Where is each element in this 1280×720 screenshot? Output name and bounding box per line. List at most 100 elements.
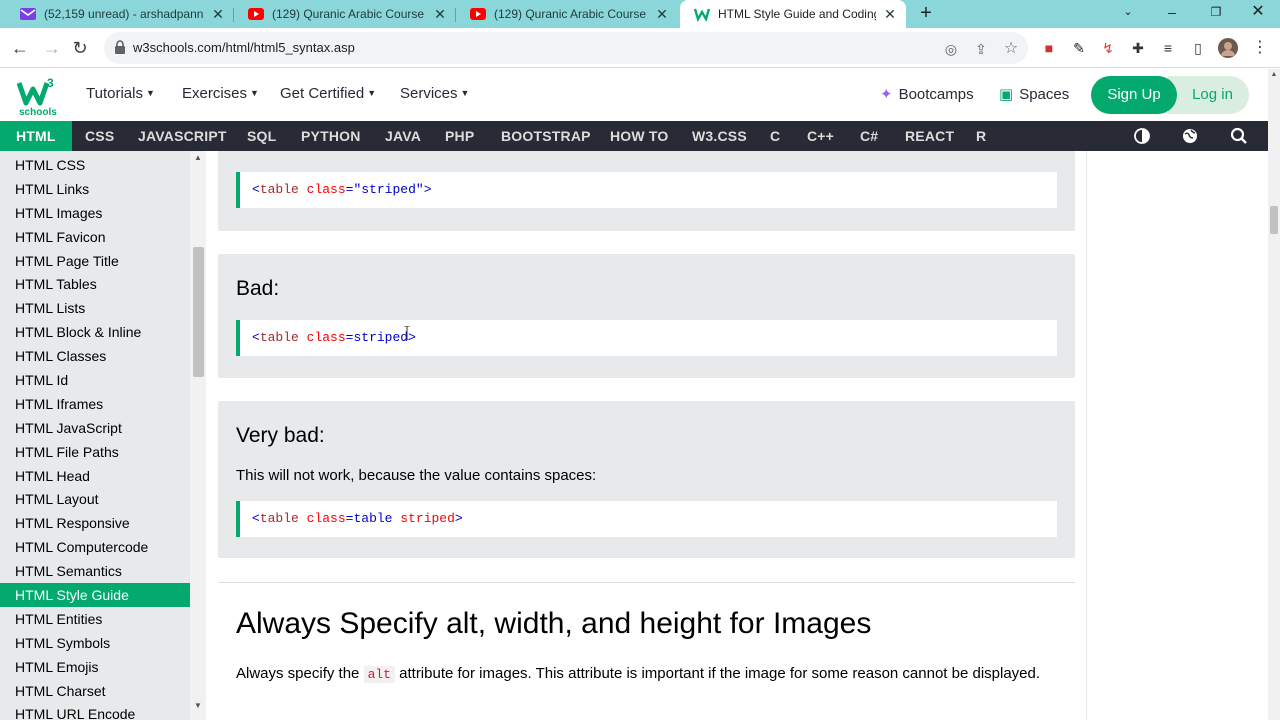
browser-tab-youtube-1[interactable]: (129) Quranic Arabic Course |BY I ✕ bbox=[234, 0, 456, 28]
sidebar-item[interactable]: HTML Id bbox=[0, 368, 190, 392]
browser-tab-youtube-2[interactable]: (129) Quranic Arabic Course |BY I ✕ bbox=[456, 0, 678, 28]
subnav-python[interactable]: PYTHON bbox=[301, 121, 361, 151]
subnav-java[interactable]: JAVA bbox=[385, 121, 421, 151]
youtube-icon bbox=[470, 6, 486, 22]
subnav-csharp[interactable]: C# bbox=[860, 121, 878, 151]
w3schools-logo[interactable]: 3 schools bbox=[16, 75, 57, 118]
subnav-how-to[interactable]: HOW TO bbox=[610, 121, 669, 151]
restore-button[interactable]: ❐ bbox=[1194, 0, 1238, 28]
menu-services[interactable]: Services ▼ bbox=[400, 85, 469, 102]
sidebar-item[interactable]: HTML Style Guide bbox=[0, 583, 190, 607]
sidebar-item[interactable]: HTML Tables bbox=[0, 272, 190, 296]
search-icon[interactable] bbox=[1229, 126, 1249, 146]
close-tab-icon[interactable]: ✕ bbox=[432, 6, 448, 23]
sidebar-item[interactable]: HTML JavaScript bbox=[0, 416, 190, 440]
subnav-css[interactable]: CSS bbox=[85, 121, 114, 151]
extension-red-icon[interactable]: ■ bbox=[1039, 38, 1059, 58]
code-example: <table class=table striped> bbox=[236, 501, 1057, 537]
sidebar-item[interactable]: HTML URL Encode bbox=[0, 702, 190, 720]
bootcamps-link[interactable]: ✦ Bootcamps bbox=[880, 85, 974, 103]
browser-tab-gmail[interactable]: (52,159 unread) - arshadpanni@ ✕ bbox=[6, 0, 234, 28]
sidebar-item[interactable]: HTML Links bbox=[0, 177, 190, 201]
address-bar[interactable]: w3schools.com/html/html5_syntax.asp ◎ ⇪ … bbox=[104, 32, 1028, 64]
eye-off-icon[interactable]: ◎ bbox=[942, 40, 960, 58]
side-panel-icon[interactable]: ▯ bbox=[1188, 38, 1208, 58]
section-paragraph: Always specify the alt attribute for ima… bbox=[236, 665, 1041, 683]
media-list-icon[interactable]: ≡ bbox=[1158, 38, 1178, 58]
bookmark-star-icon[interactable]: ☆ bbox=[1002, 40, 1020, 58]
browser-tab-w3schools[interactable]: HTML Style Guide and Coding Co ✕ bbox=[680, 0, 906, 28]
subnav-w3css[interactable]: W3.CSS bbox=[692, 121, 747, 151]
close-window-button[interactable]: ✕ bbox=[1236, 0, 1280, 28]
sidebar-scrollbar[interactable]: ▲ ▼ bbox=[190, 151, 206, 720]
globe-icon[interactable] bbox=[1180, 126, 1200, 146]
close-tab-icon[interactable]: ✕ bbox=[882, 6, 898, 23]
browser-tab-bar: (52,159 unread) - arshadpanni@ ✕ (129) Q… bbox=[0, 0, 1280, 28]
menu-tutorials[interactable]: Tutorials ▼ bbox=[86, 85, 155, 102]
caret-down-icon: ▼ bbox=[145, 88, 155, 98]
subnav-r[interactable]: R bbox=[976, 121, 986, 151]
extension-ps-icon[interactable]: ↯ bbox=[1098, 38, 1118, 58]
sidebar-item[interactable]: HTML Iframes bbox=[0, 392, 190, 416]
subnav-html[interactable]: HTML bbox=[0, 121, 72, 151]
share-icon[interactable]: ⇪ bbox=[972, 40, 990, 58]
subnav-sql[interactable]: SQL bbox=[247, 121, 276, 151]
sidebar-item[interactable]: HTML Computercode bbox=[0, 535, 190, 559]
sidebar-item[interactable]: HTML Images bbox=[0, 201, 190, 225]
close-tab-icon[interactable]: ✕ bbox=[210, 6, 226, 23]
right-ad-column bbox=[1086, 151, 1268, 720]
url-text[interactable]: w3schools.com/html/html5_syntax.asp bbox=[133, 40, 355, 55]
page-scrollbar[interactable]: ▲ bbox=[1268, 69, 1280, 720]
sidebar-item[interactable]: HTML CSS bbox=[0, 153, 190, 177]
signup-button[interactable]: Sign Up bbox=[1091, 76, 1177, 114]
sidebar-item[interactable]: HTML File Paths bbox=[0, 440, 190, 464]
pen-icon[interactable]: ✎ bbox=[1069, 38, 1089, 58]
sidebar-item[interactable]: HTML Favicon bbox=[0, 225, 190, 249]
page-scrollbar-thumb[interactable] bbox=[1270, 206, 1278, 234]
sidebar-item[interactable]: HTML Emojis bbox=[0, 655, 190, 679]
subnav-javascript[interactable]: JAVASCRIPT bbox=[138, 121, 227, 151]
contrast-toggle-icon[interactable] bbox=[1132, 126, 1152, 146]
login-button[interactable]: Log in bbox=[1168, 76, 1249, 114]
sidebar-item[interactable]: HTML Classes bbox=[0, 344, 190, 368]
lock-icon[interactable] bbox=[114, 40, 128, 56]
sidebar-item[interactable]: HTML Symbols bbox=[0, 631, 190, 655]
close-tab-icon[interactable]: ✕ bbox=[654, 6, 670, 23]
sidebar-item[interactable]: HTML Page Title bbox=[0, 249, 190, 273]
minimize-button[interactable]: – bbox=[1150, 0, 1194, 28]
sidebar-scrollbar-thumb[interactable] bbox=[193, 247, 204, 377]
reload-icon[interactable]: ↻ bbox=[68, 36, 92, 60]
sidebar-list: HTML CSS HTML Links HTML Images HTML Favico… bbox=[0, 153, 190, 720]
subnav-cpp[interactable]: C++ bbox=[807, 121, 834, 151]
caret-down-icon: ▼ bbox=[460, 88, 470, 98]
menu-get-certified[interactable]: Get Certified ▼ bbox=[280, 85, 376, 102]
text-cursor-icon bbox=[404, 326, 410, 340]
forward-icon[interactable]: → bbox=[40, 36, 64, 60]
menu-exercises[interactable]: Exercises ▼ bbox=[182, 85, 259, 102]
sidebar-item[interactable]: HTML Entities bbox=[0, 607, 190, 631]
subnav-c[interactable]: C bbox=[770, 121, 780, 151]
caret-down-icon: ▼ bbox=[367, 88, 377, 98]
subnav-react[interactable]: REACT bbox=[905, 121, 954, 151]
sidebar-item[interactable]: HTML Charset bbox=[0, 679, 190, 703]
avatar[interactable] bbox=[1218, 38, 1238, 58]
spaces-link[interactable]: ▣ Spaces bbox=[999, 85, 1069, 103]
tab-title: (52,159 unread) - arshadpanni@ bbox=[44, 7, 204, 21]
new-tab-button[interactable]: + bbox=[914, 2, 938, 26]
kebab-menu-icon[interactable]: ⋮ bbox=[1250, 38, 1270, 58]
sidebar-item[interactable]: HTML Layout bbox=[0, 487, 190, 511]
back-icon[interactable]: ← bbox=[8, 36, 32, 60]
sidebar-item[interactable]: HTML Block & Inline bbox=[0, 320, 190, 344]
subnav-bootstrap[interactable]: BOOTSTRAP bbox=[501, 121, 591, 151]
sidebar-item[interactable]: HTML Semantics bbox=[0, 559, 190, 583]
tab-search-icon[interactable]: ⌄ bbox=[1106, 0, 1150, 28]
puzzle-extensions-icon[interactable]: ✚ bbox=[1128, 38, 1148, 58]
tab-title: HTML Style Guide and Coding Co bbox=[718, 7, 876, 21]
sidebar-item[interactable]: HTML Lists bbox=[0, 296, 190, 320]
youtube-icon bbox=[248, 6, 264, 22]
tab-title: (129) Quranic Arabic Course |BY I bbox=[494, 7, 648, 21]
section-divider bbox=[218, 582, 1075, 583]
subnav-php[interactable]: PHP bbox=[445, 121, 474, 151]
sidebar-item[interactable]: HTML Responsive bbox=[0, 511, 190, 535]
sidebar-item[interactable]: HTML Head bbox=[0, 464, 190, 488]
